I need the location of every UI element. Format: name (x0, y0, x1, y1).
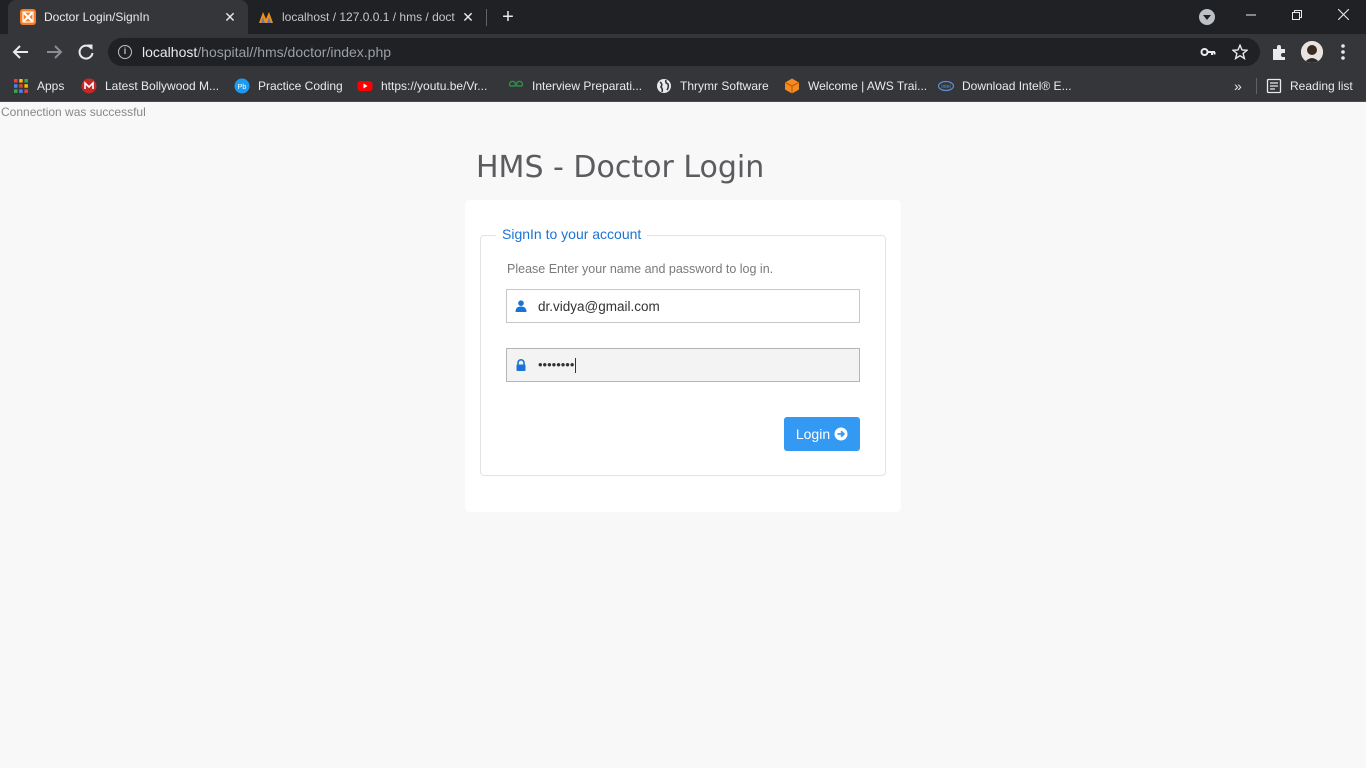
address-bar[interactable]: i localhost/hospital//hms/doctor/index.p… (108, 38, 1260, 66)
user-icon (515, 300, 527, 312)
intel-icon: intel (938, 80, 954, 92)
login-hint: Please Enter your name and password to l… (507, 262, 774, 276)
close-tab-icon[interactable]: ✕ (460, 9, 476, 25)
bookmark-star-icon[interactable] (1232, 44, 1248, 60)
practice-coding-icon: Pb (234, 78, 250, 94)
login-button[interactable]: Login (784, 417, 860, 451)
tab-phpmyadmin[interactable]: localhost / 127.0.0.1 / hms / doct ✕ (248, 0, 486, 34)
login-fieldset: SignIn to your account Please Enter your… (480, 226, 886, 476)
aws-icon (784, 78, 800, 94)
bookmark-practice-coding[interactable]: Pb Practice Coding (234, 77, 343, 95)
close-tab-icon[interactable]: ✕ (222, 9, 238, 25)
tab-strip: Doctor Login/SignIn ✕ localhost / 127.0.… (0, 0, 1366, 34)
bookmark-thrymr[interactable]: Thrymr Software (656, 77, 769, 95)
xampp-icon (20, 9, 36, 25)
password-field[interactable]: •••••••• (506, 348, 860, 382)
globe-icon (657, 79, 671, 93)
reading-list-button[interactable]: Reading list (1266, 77, 1353, 95)
reading-list-icon (1266, 78, 1282, 94)
reload-icon[interactable] (76, 42, 96, 62)
bookmark-bollywood[interactable]: Latest Bollywood M... (81, 77, 219, 95)
svg-text:Pb: Pb (238, 84, 247, 91)
username-field[interactable]: dr.vidya@gmail.com (506, 289, 860, 323)
login-label: Login (795, 426, 831, 442)
login-box: SignIn to your account Please Enter your… (465, 200, 901, 512)
phpmyadmin-icon (259, 12, 273, 23)
minimize-icon[interactable] (1228, 0, 1274, 30)
bookmark-youtube[interactable]: https://youtu.be/Vr... (357, 77, 487, 95)
tab-title: Doctor Login/SignIn (44, 10, 150, 24)
key-icon[interactable] (1200, 44, 1216, 60)
bollywood-icon (81, 78, 97, 94)
fieldset-legend: SignIn to your account (496, 226, 648, 242)
new-tab-icon[interactable]: + (498, 7, 518, 27)
browser-toolbar: i localhost/hospital//hms/doctor/index.p… (0, 34, 1366, 70)
bookmark-intel[interactable]: intel Download Intel® E... (938, 77, 1072, 95)
apps-grid-icon (14, 79, 28, 93)
url-text: localhost/hospital//hms/doctor/index.php (142, 44, 392, 60)
bookmark-label: Download Intel® E... (962, 79, 1072, 93)
forward-arrow-icon[interactable] (44, 42, 64, 62)
tab-doctor-login[interactable]: Doctor Login/SignIn ✕ (8, 0, 248, 34)
bookmark-label: https://youtu.be/Vr... (381, 79, 488, 93)
bookmark-interview-prep[interactable]: Interview Preparati... (508, 77, 642, 95)
bookmark-aws[interactable]: Welcome | AWS Trai... (784, 77, 927, 95)
connection-status: Connection was successful (1, 105, 146, 119)
svg-text:intel: intel (941, 84, 950, 90)
extensions-icon[interactable] (1270, 42, 1290, 62)
bookmark-separator (1256, 78, 1257, 94)
page-title: HMS - Doctor Login (476, 150, 765, 185)
bookmark-apps[interactable]: Apps (13, 77, 64, 95)
profile-avatar[interactable] (1301, 41, 1323, 63)
lock-icon (516, 359, 526, 371)
restore-icon[interactable] (1274, 0, 1320, 30)
more-bookmarks-icon[interactable]: » (1234, 77, 1242, 95)
reading-list-label: Reading list (1290, 79, 1353, 93)
bookmark-label: Practice Coding (258, 79, 343, 93)
back-arrow-icon[interactable] (11, 42, 31, 62)
username-value: dr.vidya@gmail.com (538, 299, 660, 314)
tab-search-icon[interactable] (1199, 9, 1215, 25)
browser-menu-icon[interactable] (1338, 42, 1348, 62)
tab-separator (486, 9, 487, 26)
youtube-icon (357, 81, 373, 91)
bookmarks-bar: Apps Latest Bollywood M... Pb Practice C… (0, 70, 1366, 102)
password-value: •••••••• (538, 357, 577, 374)
page-content: Connection was successful HMS - Doctor L… (0, 103, 1366, 768)
text-caret (575, 358, 577, 374)
site-info-icon[interactable]: i (118, 45, 132, 59)
arrow-circle-right-icon (834, 427, 848, 441)
bookmark-label: Latest Bollywood M... (105, 79, 220, 93)
bookmark-label: Welcome | AWS Trai... (808, 79, 928, 93)
tab-title: localhost / 127.0.0.1 / hms / doct (282, 10, 455, 24)
gfg-icon (508, 80, 524, 87)
bookmark-label: Interview Preparati... (532, 79, 643, 93)
window-close-icon[interactable] (1320, 0, 1366, 30)
bookmark-label: Apps (37, 79, 65, 93)
bookmark-label: Thrymr Software (680, 79, 769, 93)
